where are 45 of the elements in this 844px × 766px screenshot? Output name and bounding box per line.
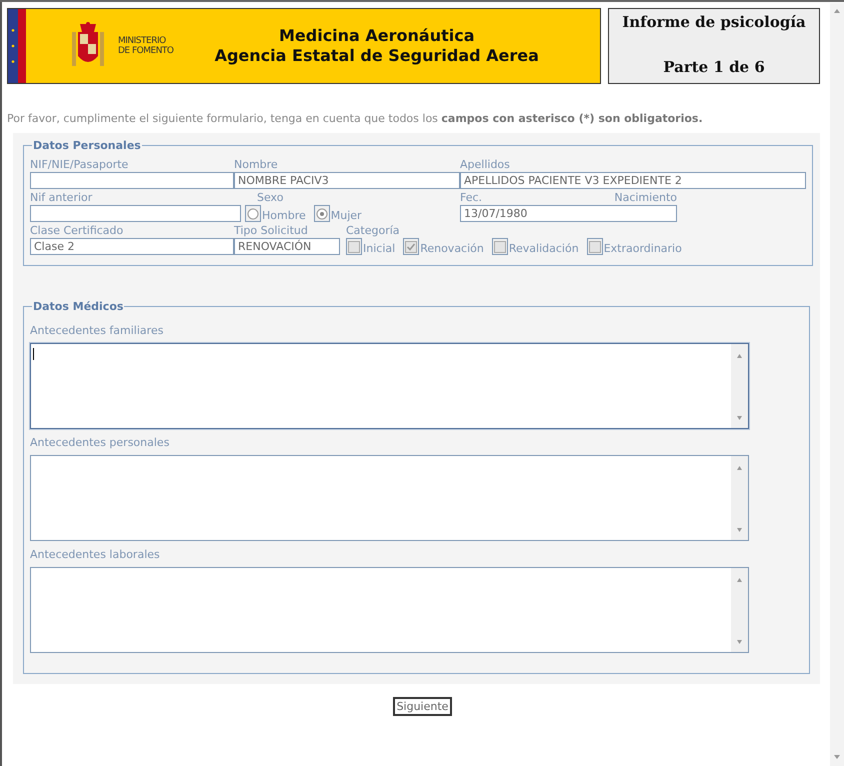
option-label: Mujer — [330, 210, 362, 222]
section-legend: Datos Personales — [32, 139, 142, 152]
section-legend: Datos Médicos — [32, 300, 124, 313]
text-field[interactable] — [30, 172, 234, 189]
radio-button[interactable] — [314, 205, 330, 222]
text-field[interactable]: APELLIDOS PACIENTE V3 EXPEDIENTE 2 — [460, 172, 806, 189]
field-label: Tipo Solicitud — [234, 224, 309, 238]
field-label: Apellidos — [460, 158, 511, 172]
option-label: Inicial — [363, 243, 396, 255]
date-field[interactable]: 13/07/1980 — [460, 205, 677, 222]
option-label: Renovación — [420, 243, 484, 255]
report-part: Parte 1 de 6 — [663, 58, 765, 76]
text-area[interactable] — [30, 567, 749, 653]
field-label: Clase Certificado — [30, 224, 124, 238]
field-label: Nif anterior — [30, 191, 94, 205]
field-label: Nacimiento — [614, 191, 677, 205]
checkbox[interactable] — [492, 238, 508, 255]
field-label: Antecedentes personales — [30, 436, 170, 450]
field-label: Antecedentes familiares — [30, 324, 164, 338]
field-label: Antecedentes laborales — [30, 548, 161, 562]
field-label: Nombre — [234, 158, 279, 172]
ministry-name: MINISTERIO DE FOMENTO — [118, 36, 174, 56]
text-area[interactable] — [30, 343, 749, 429]
radio-button[interactable] — [245, 205, 261, 222]
option-label: Revalidación — [508, 243, 579, 255]
text-field[interactable]: RENOVACIÓN — [234, 238, 340, 255]
header-title: Agencia Estatal de Seguridad Aerea — [214, 46, 540, 66]
checkbox[interactable] — [586, 238, 603, 255]
option-label: Hombre — [262, 210, 306, 222]
text-field[interactable]: NOMBRE PACIV3 — [234, 172, 460, 189]
scrollbar-icon[interactable] — [830, 2, 844, 766]
field-label: Fec. — [460, 191, 482, 205]
field-label: NIF/NIE/Pasaporte — [30, 158, 130, 172]
text-field[interactable] — [30, 205, 241, 222]
option-label: Extraordinario — [604, 243, 682, 255]
text-area[interactable] — [30, 455, 749, 541]
header-title: Medicina Aeronáutica — [278, 26, 476, 46]
next-button[interactable]: Siguiente — [392, 697, 452, 716]
checkbox[interactable] — [403, 238, 420, 255]
field-label: Categoría — [346, 224, 401, 238]
intro-text: Por favor, cumplimente el siguiente formulario, tenga en cuenta que todos los campos con asterisco (*) son obligatorios. — [7, 112, 704, 125]
report-title: Informe de psicología — [622, 13, 806, 31]
text-field[interactable]: Clase 2 — [30, 238, 234, 255]
field-label: Sexo — [257, 191, 284, 205]
checkbox[interactable] — [346, 238, 362, 255]
